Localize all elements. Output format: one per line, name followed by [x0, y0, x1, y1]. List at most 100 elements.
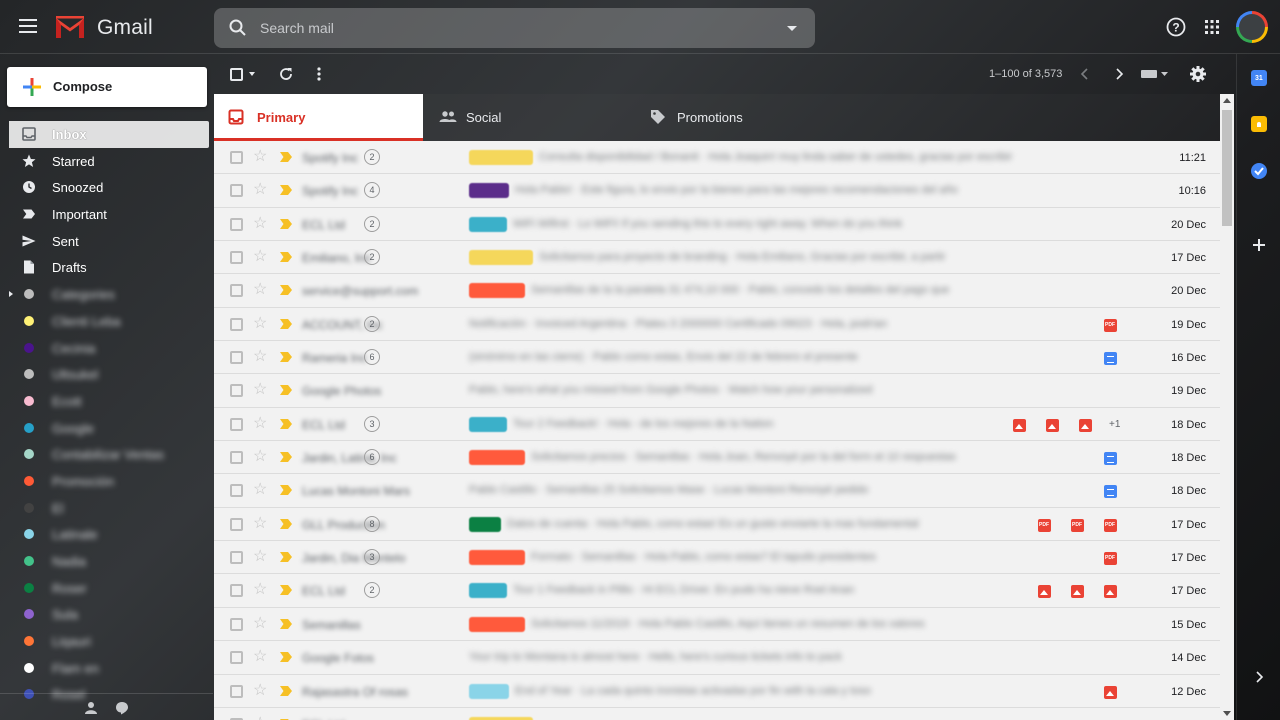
select-all-checkbox[interactable] [230, 68, 243, 81]
star-icon[interactable]: ☆ [253, 415, 267, 432]
star-icon[interactable]: ☆ [253, 615, 267, 632]
calendar-icon[interactable]: 31 [1251, 70, 1267, 86]
table-row[interactable]: ☆ Spotify Inc 4 Hola Pablo! · Este figura, … [214, 174, 1220, 208]
important-marker-icon[interactable] [280, 618, 292, 629]
row-checkbox[interactable] [230, 184, 243, 198]
select-dropdown-icon[interactable] [249, 72, 255, 76]
table-row[interactable]: ☆ ECL Ltd 2 Tour 1 Feedback in Plillo · Hi … [214, 574, 1220, 608]
star-icon[interactable]: ☆ [253, 682, 267, 699]
star-icon[interactable]: ☆ [253, 215, 267, 232]
label-chip[interactable] [469, 550, 525, 566]
sidebar-item-starred[interactable]: Starred [0, 148, 213, 175]
label-chip[interactable] [469, 450, 525, 466]
row-checkbox[interactable] [230, 484, 243, 498]
sidebar-label-item[interactable]: Contabilizar Ventas [0, 441, 213, 468]
row-checkbox[interactable] [230, 517, 243, 531]
tasks-icon[interactable] [1251, 163, 1267, 179]
row-checkbox[interactable] [230, 284, 243, 298]
important-marker-icon[interactable] [280, 552, 292, 563]
row-checkbox[interactable] [230, 651, 243, 665]
image-attachment-icon[interactable] [1071, 585, 1084, 599]
star-icon[interactable]: ☆ [253, 282, 267, 298]
tab-social[interactable]: Social [423, 94, 632, 141]
star-icon[interactable]: ☆ [253, 149, 267, 165]
label-chip[interactable] [469, 583, 507, 599]
add-addon-icon[interactable] [1252, 238, 1266, 252]
row-checkbox[interactable] [230, 451, 243, 465]
star-icon[interactable]: ☆ [253, 582, 267, 598]
pdf-attachment-icon[interactable] [1104, 518, 1117, 532]
sidebar-label-item[interactable]: Latinale [0, 521, 213, 548]
row-checkbox[interactable] [230, 351, 243, 365]
expand-arrow-icon[interactable] [9, 291, 13, 298]
settings-gear-icon[interactable] [1190, 66, 1206, 82]
table-row[interactable]: ☆ service@support.com Semanillas de la la … [214, 274, 1220, 308]
star-icon[interactable]: ☆ [253, 715, 267, 720]
label-chip[interactable] [469, 216, 507, 232]
table-row[interactable]: ☆ GLL Production 8 Datos de cuenta · Hola P… [214, 507, 1220, 542]
row-checkbox[interactable] [230, 684, 243, 698]
row-checkbox[interactable] [230, 617, 243, 631]
keep-icon[interactable] [1251, 116, 1267, 132]
row-checkbox[interactable] [230, 417, 243, 431]
pdf-attachment-icon[interactable] [1104, 318, 1117, 332]
search-icon[interactable] [228, 18, 248, 38]
row-checkbox[interactable] [230, 151, 243, 164]
important-marker-icon[interactable] [280, 285, 292, 296]
label-chip[interactable] [469, 616, 525, 632]
scroll-down-icon[interactable] [1223, 711, 1231, 716]
important-marker-icon[interactable] [280, 418, 292, 429]
table-row[interactable]: ☆ Lucas Montoni Mars Pablo Castillo · Sema… [214, 474, 1220, 508]
row-checkbox[interactable] [230, 217, 243, 231]
pdf-attachment-icon[interactable] [1104, 552, 1117, 566]
label-chip[interactable] [469, 183, 509, 199]
star-icon[interactable]: ☆ [253, 649, 267, 665]
important-marker-icon[interactable] [280, 252, 292, 263]
sidebar-label-item[interactable]: Clienti Leba [0, 308, 213, 335]
sidebar-label-item[interactable]: Nadia [0, 548, 213, 575]
important-marker-icon[interactable] [280, 485, 292, 496]
label-chip[interactable] [469, 150, 533, 165]
star-icon[interactable]: ☆ [253, 315, 267, 332]
table-row[interactable]: ☆ Rameria Inc 6 (sinónimo en las cierre) · … [214, 341, 1220, 375]
important-marker-icon[interactable] [280, 518, 292, 529]
sidebar-label-item[interactable]: Ultsukel [0, 361, 213, 388]
table-row[interactable]: ☆ Spotify Inc 2 Consulta disponibilidad / B… [214, 141, 1220, 175]
important-marker-icon[interactable] [280, 152, 292, 162]
image-attachment-icon[interactable] [1079, 418, 1092, 432]
star-icon[interactable]: ☆ [253, 515, 267, 532]
row-checkbox[interactable] [230, 251, 243, 265]
pdf-attachment-icon[interactable] [1071, 518, 1084, 532]
sidebar-label-item[interactable]: El [0, 495, 213, 522]
more-vert-icon[interactable] [314, 66, 324, 82]
important-marker-icon[interactable] [280, 685, 292, 696]
important-marker-icon[interactable] [280, 585, 292, 596]
sidebar-item-snoozed[interactable]: Snoozed [0, 174, 213, 201]
table-row[interactable]: ☆ ECL Ltd 3 Tour 2 Feedback! · Hola - de lo… [214, 407, 1220, 442]
search-bar[interactable] [214, 8, 815, 48]
row-checkbox[interactable] [230, 317, 243, 331]
tab-promotions[interactable]: Promotions [634, 94, 843, 141]
search-input[interactable] [260, 8, 760, 48]
important-marker-icon[interactable] [280, 452, 292, 463]
hangouts-icon[interactable] [115, 701, 129, 715]
image-attachment-icon[interactable] [1013, 418, 1026, 432]
label-chip[interactable] [469, 250, 533, 266]
table-row[interactable]: ☆ Jardin, Dia Montelo 3 Formato · Semanilla… [214, 541, 1220, 575]
table-row[interactable]: ☆ Google Photos Pablo, here's what you mis… [214, 374, 1220, 408]
search-options-icon[interactable] [787, 26, 797, 31]
sidebar-label-item[interactable]: Liqauri [0, 628, 213, 655]
table-row[interactable]: ☆ Emiliano, Inc 2 Solicitamos para proyecto… [214, 241, 1220, 275]
sidebar-label-item[interactable]: Google [0, 415, 213, 442]
next-page-icon[interactable] [1114, 68, 1124, 80]
sidebar-label-item[interactable]: Promoción [0, 468, 213, 495]
image-attachment-icon[interactable] [1104, 585, 1117, 599]
image-attachment-icon[interactable] [1038, 585, 1051, 599]
label-chip[interactable] [469, 516, 501, 532]
star-icon[interactable]: ☆ [253, 382, 267, 398]
doc-attachment-icon[interactable] [1104, 485, 1117, 499]
refresh-icon[interactable] [278, 66, 294, 82]
important-marker-icon[interactable] [280, 185, 292, 196]
star-icon[interactable]: ☆ [253, 549, 267, 565]
expand-panel-icon[interactable] [1254, 671, 1264, 683]
